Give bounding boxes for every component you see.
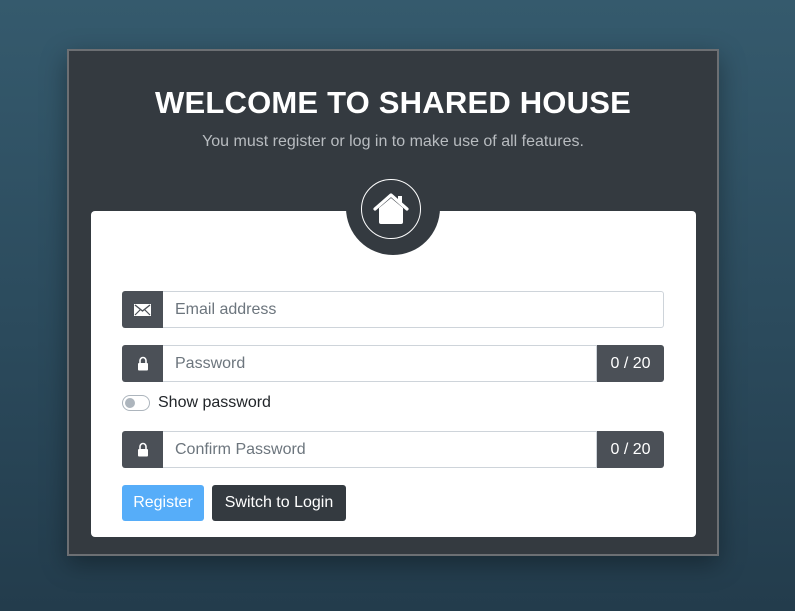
password-field[interactable]: [163, 345, 597, 382]
confirm-password-field[interactable]: [163, 431, 597, 468]
switch-to-login-button[interactable]: Switch to Login: [212, 485, 346, 521]
register-button[interactable]: Register: [122, 485, 204, 521]
confirm-password-group: 0 / 20: [122, 431, 664, 468]
show-password-row: Show password: [122, 393, 271, 413]
confirm-password-char-counter: 0 / 20: [597, 431, 664, 468]
envelope-icon: [122, 291, 163, 328]
email-field[interactable]: [163, 291, 664, 328]
show-password-toggle[interactable]: [122, 395, 150, 411]
page-title: WELCOME TO SHARED HOUSE: [155, 85, 631, 120]
form-card: 0 / 20 Show password 0 / 20 Register Swi…: [91, 211, 696, 537]
email-group: [122, 291, 664, 328]
lock-icon: [122, 345, 163, 382]
logo-ring: [361, 179, 421, 239]
password-char-counter: 0 / 20: [597, 345, 664, 382]
auth-panel: WELCOME TO SHARED HOUSE You must registe…: [67, 49, 719, 556]
house-icon: [373, 193, 409, 224]
toggle-knob: [125, 398, 135, 408]
lock-icon: [122, 431, 163, 468]
show-password-label[interactable]: Show password: [158, 394, 271, 412]
page-subtitle: You must register or log in to make use …: [202, 133, 584, 150]
password-group: 0 / 20: [122, 345, 664, 382]
